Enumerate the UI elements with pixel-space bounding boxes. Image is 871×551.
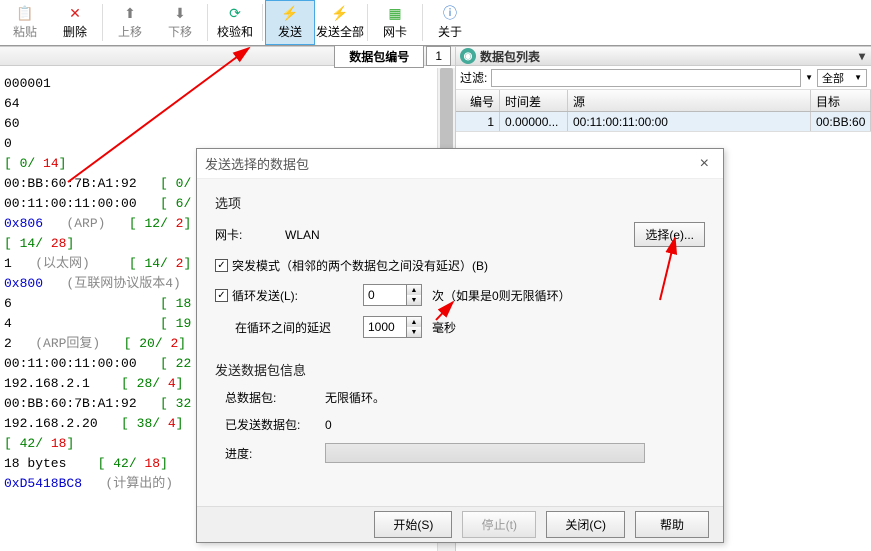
sendall-label: 发送全部 — [316, 23, 364, 40]
progress-label: 进度: — [215, 445, 325, 462]
progress-bar — [325, 443, 645, 463]
delete-button[interactable]: ✕ 删除 — [50, 0, 100, 45]
delay-unit: 毫秒 — [432, 319, 456, 336]
dialog-titlebar: 发送选择的数据包 × — [197, 149, 723, 179]
sendall-icon: ⚡ — [331, 5, 349, 21]
burst-label: 突发模式（相邻的两个数据包之间没有延迟）(B) — [232, 257, 488, 274]
moveup-label: 上移 — [118, 23, 142, 40]
about-button[interactable]: ⓘ 关于 — [425, 0, 475, 45]
checksum-icon: ⟳ — [226, 5, 244, 21]
close-icon[interactable]: × — [694, 155, 715, 173]
select-nic-button[interactable]: 选择(e)... — [634, 222, 705, 247]
col-timediff[interactable]: 时间差 — [500, 90, 568, 111]
nic-label: 网卡: — [215, 226, 285, 243]
movedown-button[interactable]: ⬇ 下移 — [155, 0, 205, 45]
loop-count-input[interactable] — [364, 286, 406, 304]
chevron-down-icon[interactable]: ▾ — [853, 49, 871, 63]
loop-label: 循环发送(L): — [232, 287, 298, 304]
col-destination[interactable]: 目标 — [811, 90, 871, 111]
hex-line: 000001 — [4, 74, 451, 94]
delay-spinner[interactable]: ▲▼ — [363, 316, 422, 338]
cell-num: 1 — [456, 112, 500, 131]
packet-number-label: 数据包编号 — [334, 45, 424, 68]
hex-line: 60 — [4, 114, 451, 134]
loop-suffix: 次（如果是0则无限循环） — [432, 287, 571, 304]
delay-input[interactable] — [364, 318, 406, 336]
checksum-label: 校验和 — [217, 23, 253, 40]
checksum-button[interactable]: ⟳ 校验和 — [210, 0, 260, 45]
loop-count-spinner[interactable]: ▲▼ — [363, 284, 422, 306]
delay-label: 在循环之间的延迟 — [215, 319, 363, 336]
sent-packets-value: 0 — [325, 418, 332, 432]
packet-list-header: ◉ 数据包列表 ▾ — [456, 46, 871, 66]
chevron-down-icon[interactable]: ▼ — [805, 73, 813, 82]
sendall-button[interactable]: ⚡ 发送全部 — [315, 0, 365, 45]
packet-number-bar: 数据包编号 1 — [0, 46, 455, 66]
options-section-title: 选项 — [215, 193, 705, 212]
hex-line: 64 — [4, 94, 451, 114]
packet-number-value[interactable]: 1 — [426, 46, 451, 66]
send-label: 发送 — [278, 23, 302, 40]
paste-button[interactable]: 📋 粘贴 — [0, 0, 50, 45]
sendinfo-section-title: 发送数据包信息 — [215, 360, 705, 379]
send-icon: ⚡ — [281, 5, 299, 21]
table-row[interactable]: 1 0.00000... 00:11:00:11:00:00 00:BB:60 — [456, 112, 871, 132]
nic-value: WLAN — [285, 228, 320, 242]
filter-bar: 过滤: ▼ 全部▼ — [456, 66, 871, 90]
cell-dst: 00:BB:60 — [811, 112, 871, 131]
help-button[interactable]: 帮助 — [635, 511, 709, 538]
grid-header: 编号 时间差 源 目标 — [456, 90, 871, 112]
moveup-button[interactable]: ⬆ 上移 — [105, 0, 155, 45]
start-button[interactable]: 开始(S) — [374, 511, 452, 538]
cell-src: 00:11:00:11:00:00 — [568, 112, 811, 131]
down-icon: ⬇ — [171, 5, 189, 21]
about-label: 关于 — [438, 23, 462, 40]
paste-label: 粘贴 — [13, 23, 37, 40]
total-packets-value: 无限循环。 — [325, 389, 385, 406]
about-icon: ⓘ — [441, 5, 459, 21]
send-button[interactable]: ⚡ 发送 — [265, 0, 315, 45]
loop-checkbox[interactable]: ✓循环发送(L): — [215, 287, 363, 304]
sent-packets-label: 已发送数据包: — [215, 416, 325, 433]
movedown-label: 下移 — [168, 23, 192, 40]
list-icon: ◉ — [460, 48, 476, 64]
paste-icon: 📋 — [16, 5, 34, 21]
col-number[interactable]: 编号 — [456, 90, 500, 111]
burst-checkbox[interactable]: ✓突发模式（相邻的两个数据包之间没有延迟）(B) — [215, 257, 488, 274]
nic-button[interactable]: ▦ 网卡 — [370, 0, 420, 45]
cell-time: 0.00000... — [500, 112, 568, 131]
filter-input[interactable] — [491, 69, 801, 87]
filter-scope-dropdown[interactable]: 全部▼ — [817, 69, 867, 87]
col-source[interactable]: 源 — [568, 90, 811, 111]
dialog-title: 发送选择的数据包 — [205, 154, 309, 173]
packet-list-title: 数据包列表 — [480, 48, 540, 65]
total-packets-label: 总数据包: — [215, 389, 325, 406]
toolbar: 📋 粘贴 ✕ 删除 ⬆ 上移 ⬇ 下移 ⟳ 校验和 ⚡ 发送 ⚡ 发送全部 ▦ 网卡 ⓘ 关于 — [0, 0, 871, 46]
nic-label: 网卡 — [383, 23, 407, 40]
close-button[interactable]: 关闭(C) — [546, 511, 625, 538]
up-icon: ⬆ — [121, 5, 139, 21]
delete-label: 删除 — [63, 23, 87, 40]
stop-button[interactable]: 停止(t) — [462, 511, 536, 538]
filter-label: 过滤: — [460, 69, 487, 86]
nic-icon: ▦ — [386, 5, 404, 21]
delete-icon: ✕ — [66, 5, 84, 21]
send-dialog: 发送选择的数据包 × 选项 网卡: WLAN 选择(e)... ✓突发模式（相邻… — [196, 148, 724, 543]
